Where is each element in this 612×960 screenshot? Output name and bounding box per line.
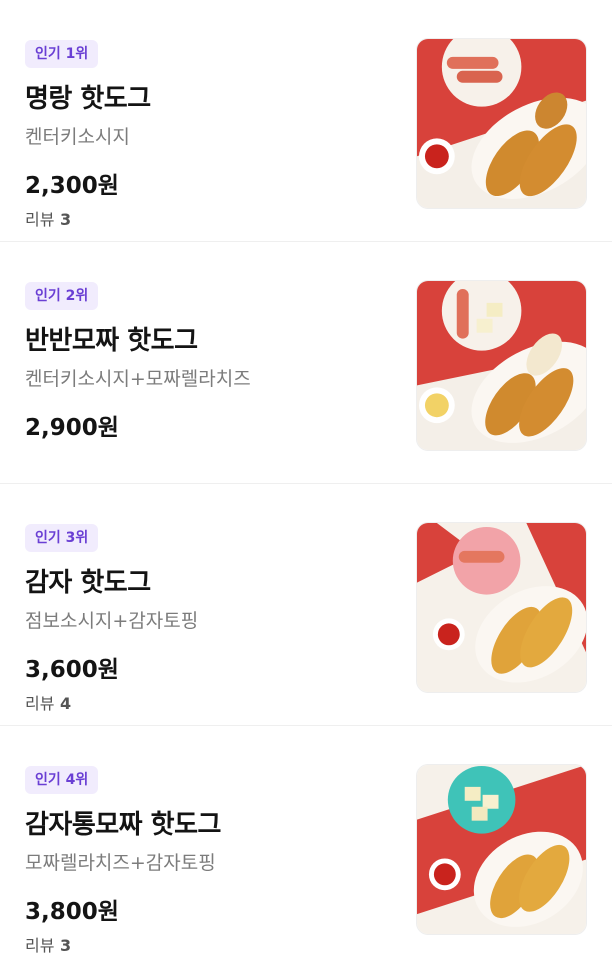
review-count: 리뷰 3 — [25, 932, 71, 956]
menu-item-1[interactable]: 인기 1위 명랑 핫도그 켄터키소시지 2,300원 리뷰 3 — [0, 0, 612, 242]
menu-price: 3,600원 — [25, 657, 119, 683]
menu-item-4[interactable]: 인기 4위 감자통모짜 핫도그 모짜렐라치즈+감자토핑 3,800원 리뷰 3 — [0, 726, 612, 960]
rank-badge: 인기 3위 — [25, 524, 99, 552]
menu-description: 점보소시지+감자토핑 — [25, 610, 199, 632]
review-label: 리뷰 — [25, 210, 55, 229]
review-label: 리뷰 — [25, 694, 55, 713]
menu-description: 모짜렐라치즈+감자토핑 — [25, 852, 216, 874]
potato-mozzarella-hotdog-photo — [416, 764, 587, 935]
menu-list: 인기 1위 명랑 핫도그 켄터키소시지 2,300원 리뷰 3 인기 2위 반반… — [0, 0, 612, 960]
rank-badge: 인기 2위 — [25, 282, 99, 310]
rank-badge: 인기 4위 — [25, 766, 99, 794]
menu-item-2[interactable]: 인기 2위 반반모짜 핫도그 켄터키소시지+모짜렐라치즈 2,900원 — [0, 242, 612, 484]
review-number: 3 — [60, 936, 72, 955]
potato-hotdog-photo — [416, 522, 587, 693]
menu-name: 명랑 핫도그 — [25, 84, 151, 114]
rank-badge: 인기 1위 — [25, 40, 99, 68]
menu-price: 2,900원 — [25, 415, 119, 441]
review-label: 리뷰 — [25, 936, 55, 955]
mozzarella-hotdog-photo-graphic — [417, 281, 586, 450]
review-count: 리뷰 3 — [25, 206, 71, 230]
menu-item-3[interactable]: 인기 3위 감자 핫도그 점보소시지+감자토핑 3,600원 리뷰 4 — [0, 484, 612, 726]
review-number: 4 — [60, 694, 72, 713]
hotdog-photo — [416, 38, 587, 209]
menu-price: 3,800원 — [25, 899, 119, 925]
menu-description: 켄터키소시지+모짜렐라치즈 — [25, 368, 251, 390]
hotdog-photo-graphic — [417, 39, 586, 208]
menu-name: 감자통모짜 핫도그 — [25, 810, 221, 840]
review-number: 3 — [60, 210, 72, 229]
menu-name: 감자 핫도그 — [25, 568, 151, 598]
potato-hotdog-photo-graphic — [417, 523, 586, 692]
menu-name: 반반모짜 핫도그 — [25, 326, 198, 356]
mozzarella-hotdog-photo — [416, 280, 587, 451]
menu-price: 2,300원 — [25, 173, 119, 199]
potato-mozzarella-hotdog-photo-graphic — [417, 765, 586, 934]
menu-description: 켄터키소시지 — [25, 126, 130, 148]
review-count: 리뷰 4 — [25, 690, 71, 714]
